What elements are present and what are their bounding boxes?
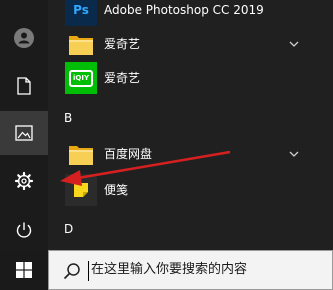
section-letter-b[interactable]: B <box>64 106 72 130</box>
chevron-down-icon[interactable] <box>288 38 300 50</box>
start-menu-rail <box>0 0 48 250</box>
app-item-sticky-notes[interactable]: 便笺 <box>48 170 333 210</box>
section-letter-d[interactable]: D <box>64 217 73 241</box>
windows-logo-icon <box>16 262 32 278</box>
documents-button[interactable] <box>0 64 48 108</box>
document-icon <box>17 77 31 95</box>
iqiyi-tile-text: iQIY <box>72 73 90 82</box>
app-label: 百度网盘 <box>104 147 153 161</box>
start-button[interactable] <box>0 250 48 290</box>
chevron-down-icon[interactable] <box>288 148 300 160</box>
power-button[interactable] <box>0 208 48 252</box>
app-item-baidu-netdisk-folder[interactable]: 百度网盘 <box>48 134 333 174</box>
text-caret <box>88 261 89 281</box>
sticky-notes-icon <box>65 174 97 206</box>
user-icon <box>14 28 34 48</box>
pictures-button[interactable] <box>0 111 48 155</box>
app-item-iqiyi[interactable]: iQIY 爱奇艺 <box>48 58 333 98</box>
search-text: 在这里输入你要搜索的内容 <box>91 262 248 277</box>
iqiyi-icon: iQIY <box>65 62 97 94</box>
settings-button[interactable] <box>0 159 48 203</box>
app-label: 便笺 <box>104 183 129 197</box>
folder-icon <box>65 28 97 60</box>
photoshop-tile-text: Ps <box>73 3 89 17</box>
app-label: 爱奇艺 <box>104 71 141 85</box>
search-icon <box>63 263 80 280</box>
app-list: Ps Adobe Photoshop CC 2019 爱奇艺 iQIY 爱奇艺 … <box>48 0 333 250</box>
user-account-button[interactable] <box>0 16 48 60</box>
photoshop-icon: Ps <box>65 0 97 26</box>
settings-icon <box>14 171 34 191</box>
folder-icon <box>65 138 97 170</box>
taskbar: 在这里输入你要搜索的内容 <box>0 250 333 290</box>
pictures-icon <box>15 125 33 141</box>
power-icon <box>16 222 32 238</box>
search-input[interactable]: 在这里输入你要搜索的内容 <box>48 250 333 290</box>
